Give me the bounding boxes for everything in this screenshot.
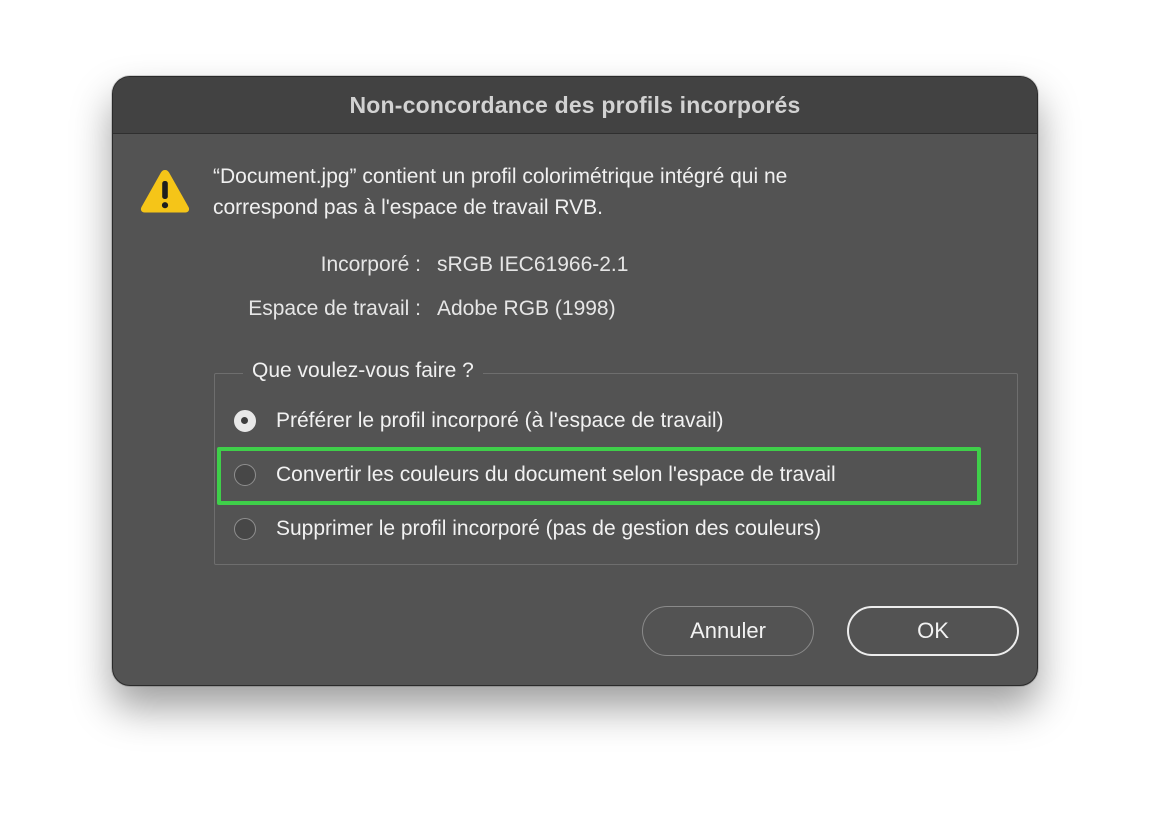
dialog-title: Non-concordance des profils incorporés bbox=[349, 91, 801, 118]
dialog-message: “Document.jpg” contient un profil colori… bbox=[213, 161, 993, 223]
embedded-profile-row: Incorporé : sRGB IEC61966-2.1 bbox=[113, 253, 1037, 283]
working-space-value: Adobe RGB (1998) bbox=[437, 297, 616, 320]
working-space-row: Espace de travail : Adobe RGB (1998) bbox=[113, 297, 1037, 327]
cancel-button[interactable]: Annuler bbox=[642, 606, 814, 656]
option-preserve-embedded[interactable]: Préférer le profil incorporé (à l'espace… bbox=[234, 403, 724, 439]
options-group-legend: Que voulez-vous faire ? bbox=[243, 357, 483, 385]
radio-discard-embedded[interactable] bbox=[234, 518, 256, 540]
dialog-titlebar[interactable]: Non-concordance des profils incorporés bbox=[113, 77, 1037, 134]
option-convert-to-working-label: Convertir les couleurs du document selon… bbox=[276, 463, 836, 486]
option-discard-embedded-label: Supprimer le profil incorporé (pas de ge… bbox=[276, 517, 822, 540]
radio-preserve-embedded[interactable] bbox=[234, 410, 256, 432]
option-convert-to-working[interactable]: Convertir les couleurs du document selon… bbox=[234, 457, 836, 493]
page: Non-concordance des profils incorporés “… bbox=[0, 0, 1150, 834]
embedded-profile-label: Incorporé : bbox=[320, 253, 421, 276]
option-preserve-embedded-label: Préférer le profil incorporé (à l'espace… bbox=[276, 409, 724, 432]
working-space-label: Espace de travail : bbox=[248, 297, 421, 320]
embedded-profile-value: sRGB IEC61966-2.1 bbox=[437, 253, 629, 276]
radio-convert-to-working[interactable] bbox=[234, 464, 256, 486]
ok-button[interactable]: OK bbox=[847, 606, 1019, 656]
option-discard-embedded[interactable]: Supprimer le profil incorporé (pas de ge… bbox=[234, 511, 821, 547]
profile-mismatch-dialog: Non-concordance des profils incorporés “… bbox=[112, 76, 1038, 686]
message-line-1: “Document.jpg” contient un profil colori… bbox=[213, 165, 788, 188]
warning-icon bbox=[140, 170, 190, 213]
message-line-2: correspond pas à l'espace de travail RVB… bbox=[213, 196, 604, 219]
